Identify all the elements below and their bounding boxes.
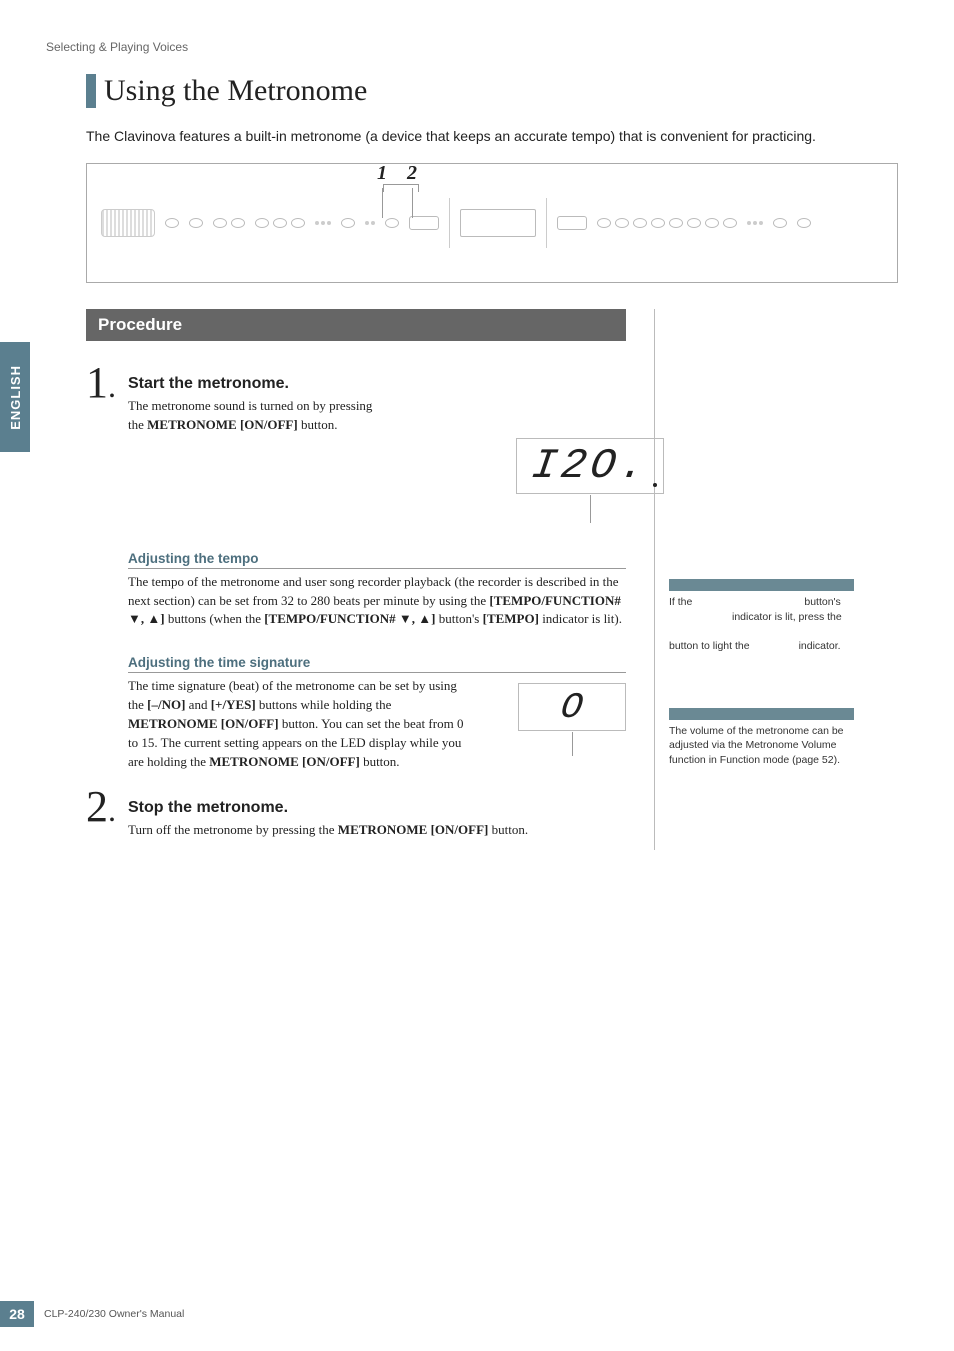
adjusting-time-signature-heading: Adjusting the time signature [128, 655, 626, 670]
led-pointer-line [572, 732, 573, 756]
control-panel-diagram: 1 2 [86, 163, 898, 283]
adjusting-time-signature-text: The time signature (beat) of the metrono… [128, 677, 468, 771]
procedure-heading: Procedure [86, 309, 626, 341]
led-beat-dot [653, 483, 657, 487]
section-title-row: Using the Metronome [86, 74, 898, 108]
step-number-1: 1. [86, 361, 128, 771]
adjusting-tempo-heading: Adjusting the tempo [128, 551, 626, 566]
led-display-value: I2O. [528, 442, 652, 490]
diagram-callout-2: 2 [407, 162, 417, 185]
tip-text: If the [TEMPO/FUNCTION#] button's [FUNCT… [669, 595, 854, 654]
tip-label-bar [669, 579, 854, 591]
side-notes-column: If the [TEMPO/FUNCTION#] button's [FUNCT… [654, 309, 854, 850]
running-head: Selecting & Playing Voices [46, 40, 898, 54]
section-title: Using the Metronome [104, 74, 367, 108]
led-display-beat: O [518, 683, 626, 731]
rule [128, 672, 626, 673]
footer-text: CLP-240/230 Owner's Manual [44, 1308, 184, 1320]
diagram-bracket [383, 184, 419, 192]
adjusting-tempo-text: The tempo of the metronome and user song… [128, 573, 626, 630]
language-side-tab-label: ENGLISH [8, 365, 23, 430]
section-intro: The Clavinova features a built-in metron… [86, 126, 866, 147]
rule [128, 568, 626, 569]
step-1-heading: Start the metronome. [128, 375, 626, 393]
step-1-text: The metronome sound is turned on by pres… [128, 397, 468, 435]
page-footer: 28 CLP-240/230 Owner's Manual [0, 1301, 184, 1327]
panel-art [101, 198, 811, 248]
led-display-beat-value: O [558, 687, 585, 728]
tip-text: The volume of the metronome can be adjus… [669, 724, 854, 768]
page-number: 28 [0, 1301, 34, 1327]
language-side-tab: ENGLISH [0, 342, 30, 452]
step-number-2: 2. [86, 785, 128, 840]
tip-box-tempo-indicator: If the [TEMPO/FUNCTION#] button's [FUNCT… [669, 579, 854, 654]
step-2-text: Turn off the metronome by pressing the M… [128, 821, 626, 840]
tip-label-bar [669, 708, 854, 720]
procedure-step-2: 2. Stop the metronome. Turn off the metr… [86, 785, 626, 840]
tip-box-metronome-volume: The volume of the metronome can be adjus… [669, 708, 854, 768]
diagram-callout-1: 1 [377, 162, 387, 185]
step-2-heading: Stop the metronome. [128, 799, 626, 817]
led-display-tempo: I2O. [516, 438, 664, 494]
procedure-step-1: 1. Start the metronome. The metronome so… [86, 361, 626, 771]
led-pointer-line [590, 495, 591, 523]
title-accent-bar [86, 74, 96, 108]
